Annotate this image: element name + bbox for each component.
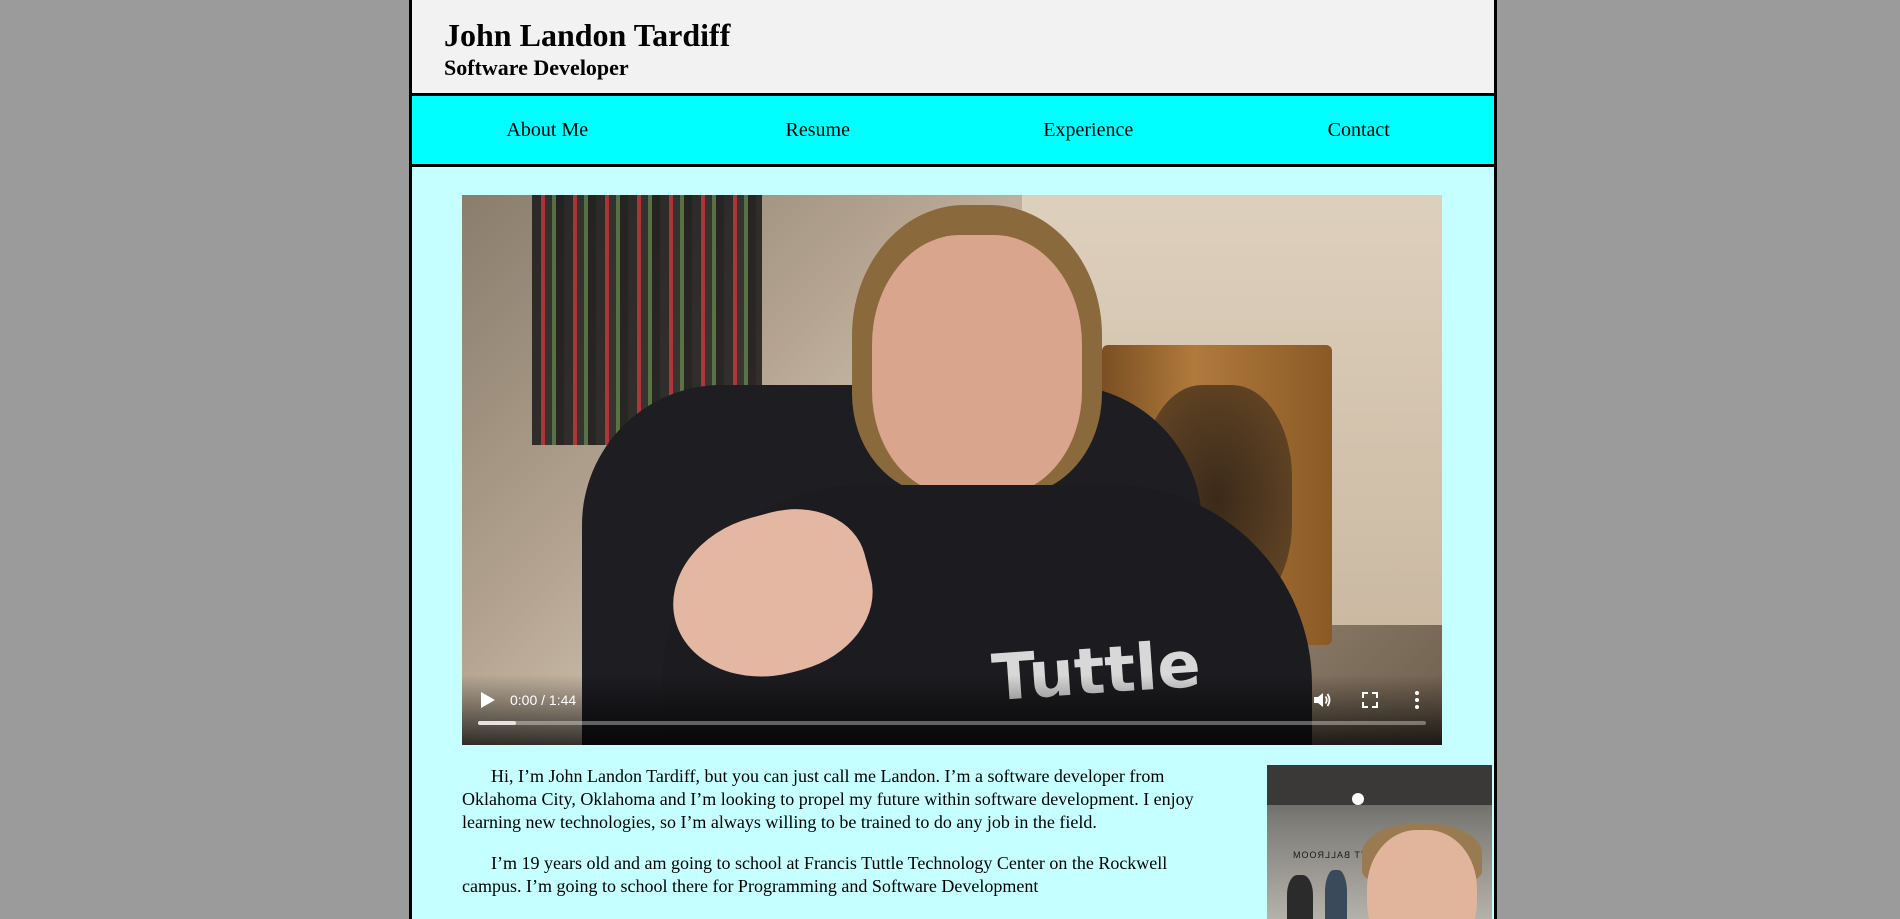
profile-photo: MOORE TT BALLROOM xyxy=(1267,765,1492,919)
nav-about-me[interactable]: About Me xyxy=(412,119,683,142)
video-frame-face xyxy=(872,235,1082,495)
site-title: John Landon Tardiff xyxy=(444,17,731,53)
volume-icon[interactable] xyxy=(1312,690,1332,710)
video-time: 0:00 / 1:44 xyxy=(510,692,577,708)
about-paragraph-1: Hi, I’m John Landon Tardiff, but you can… xyxy=(462,766,1194,832)
site-subtitle: Software Developer xyxy=(444,55,629,80)
nav-contact[interactable]: Contact xyxy=(1224,119,1495,142)
video-controls: 0:00 / 1:44 xyxy=(462,675,1442,745)
page-container: John Landon Tardiff Software Developer A… xyxy=(409,0,1497,919)
play-icon[interactable] xyxy=(480,691,496,709)
site-header: John Landon Tardiff Software Developer xyxy=(412,0,1494,96)
about-paragraph-2: I’m 19 years old and am going to school … xyxy=(462,853,1168,896)
fullscreen-icon[interactable] xyxy=(1360,690,1380,710)
photo-ceiling xyxy=(1267,765,1492,805)
photo-background-person xyxy=(1287,875,1313,919)
video-progress-bar[interactable] xyxy=(478,721,1426,725)
about-section: MOORE TT BALLROOM Hi, I’m John Landon Ta… xyxy=(462,765,1492,919)
main-nav: About Me Resume Experience Contact xyxy=(412,96,1494,167)
video-buffer-indicator xyxy=(478,721,516,725)
nav-experience[interactable]: Experience xyxy=(953,119,1224,142)
more-options-icon[interactable] xyxy=(1410,690,1424,710)
photo-light xyxy=(1352,793,1364,805)
nav-resume[interactable]: Resume xyxy=(683,119,954,142)
intro-video-player[interactable]: Tuttle 0:00 / 1:44 xyxy=(462,195,1442,745)
photo-background-person xyxy=(1325,870,1347,919)
